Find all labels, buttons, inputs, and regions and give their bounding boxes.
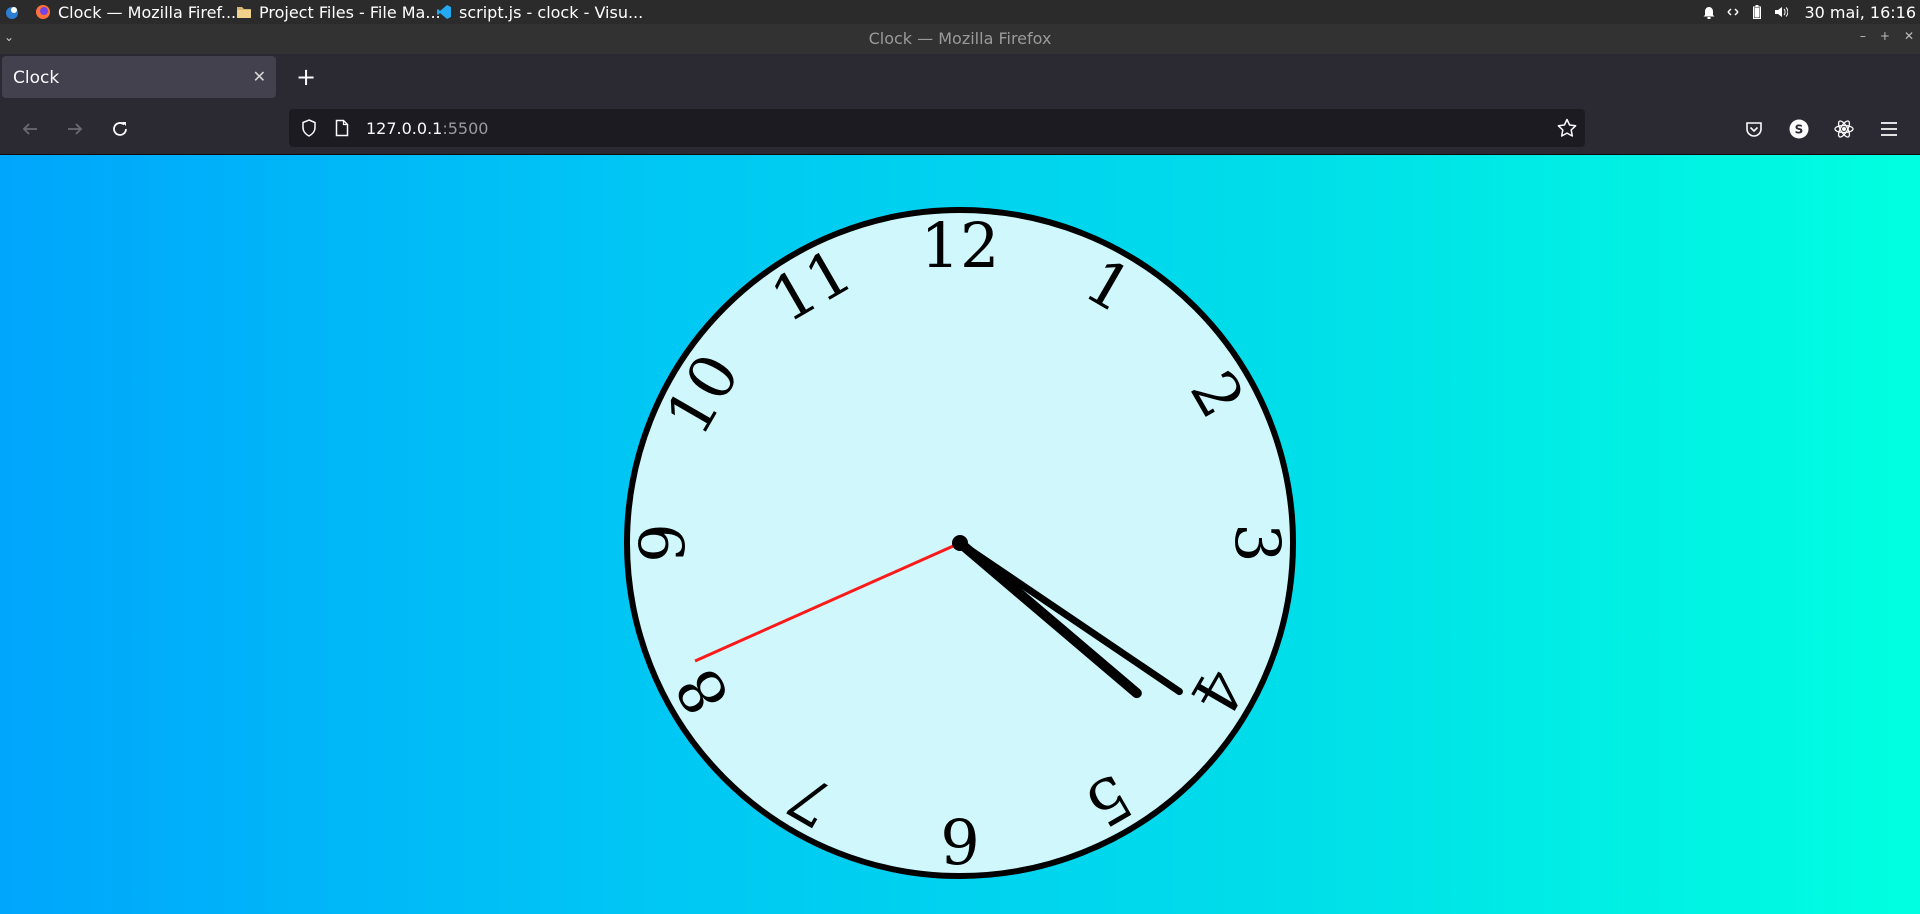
forward-button[interactable]	[60, 114, 90, 144]
bookmark-star-icon[interactable]	[1557, 118, 1577, 138]
clock-numeral-6: 6	[940, 804, 979, 877]
pocket-button[interactable]	[1739, 114, 1769, 144]
taskbar-item-firefox[interactable]: Clock — Mozilla Firef...	[34, 0, 236, 24]
window-controls: – + ✕	[1860, 29, 1914, 43]
tab-strip: Clock ✕ +	[0, 54, 1920, 104]
shield-icon[interactable]	[299, 118, 319, 138]
notification-bell-icon[interactable]	[1702, 5, 1716, 19]
page-content: 12 1 2 3 4 5 6 7 8 9 10 11	[0, 155, 1920, 914]
navigation-toolbar: 127.0.0.1:5500 S	[0, 104, 1920, 155]
window-title: Clock — Mozilla Firefox	[868, 29, 1052, 48]
app-menu-button[interactable]	[1874, 114, 1904, 144]
svg-text:S: S	[1795, 123, 1804, 137]
react-atom-icon	[1834, 120, 1854, 138]
account-avatar-icon: S	[1789, 119, 1809, 139]
window-titlebar: ⌄ Clock — Mozilla Firefox – + ✕	[0, 24, 1920, 54]
system-tray: 30 mai, 16:16	[1702, 0, 1916, 24]
network-icon[interactable]	[1726, 5, 1740, 19]
system-clock[interactable]: 30 mai, 16:16	[1804, 3, 1916, 22]
battery-icon[interactable]	[1750, 5, 1764, 19]
maximize-icon[interactable]: +	[1880, 29, 1890, 43]
arrow-left-icon	[22, 123, 37, 135]
page-info-icon[interactable]	[332, 118, 352, 138]
address-bar[interactable]: 127.0.0.1:5500	[289, 109, 1585, 147]
taskbar-item-label: Clock — Mozilla Firef...	[58, 2, 237, 22]
back-button[interactable]	[15, 114, 45, 144]
account-button[interactable]: S	[1784, 114, 1814, 144]
reload-button[interactable]	[105, 114, 135, 144]
arrow-right-icon	[68, 123, 83, 135]
volume-icon[interactable]	[1774, 5, 1789, 19]
taskbar-item-label: script.js - clock - Visu...	[459, 2, 644, 22]
react-devtools-button[interactable]	[1829, 114, 1859, 144]
reload-icon	[113, 122, 127, 136]
url-text[interactable]: 127.0.0.1:5500	[366, 119, 488, 138]
clock-numeral-12: 12	[921, 209, 1000, 282]
taskbar-item-label: Project Files - File Ma...	[259, 2, 441, 22]
url-host: 127.0.0.1	[366, 119, 443, 138]
firefox-icon	[34, 3, 52, 21]
tab-clock[interactable]: Clock ✕	[2, 56, 276, 98]
clock-numeral-3: 3	[1221, 523, 1294, 562]
minimize-icon[interactable]: –	[1860, 29, 1866, 43]
taskbar-item-file-manager[interactable]: Project Files - File Ma...	[235, 0, 441, 24]
clock-numeral-9: 9	[626, 523, 699, 562]
hamburger-menu-icon	[1881, 122, 1897, 136]
folder-icon	[235, 3, 253, 21]
new-tab-button[interactable]: +	[291, 62, 321, 92]
vscode-icon	[435, 3, 453, 21]
tab-label: Clock	[13, 68, 60, 88]
clock-center-pin	[952, 535, 968, 551]
pocket-icon	[1746, 122, 1762, 137]
close-window-icon[interactable]: ✕	[1904, 29, 1914, 43]
app-menu-icon[interactable]	[3, 3, 21, 21]
url-port: :5500	[442, 119, 489, 138]
close-tab-icon[interactable]: ✕	[253, 67, 266, 86]
taskbar-item-vscode[interactable]: script.js - clock - Visu...	[435, 0, 643, 24]
os-taskbar: Clock — Mozilla Firef... Project Files -…	[0, 0, 1920, 24]
analog-clock: 12 1234567891011	[624, 207, 1296, 879]
